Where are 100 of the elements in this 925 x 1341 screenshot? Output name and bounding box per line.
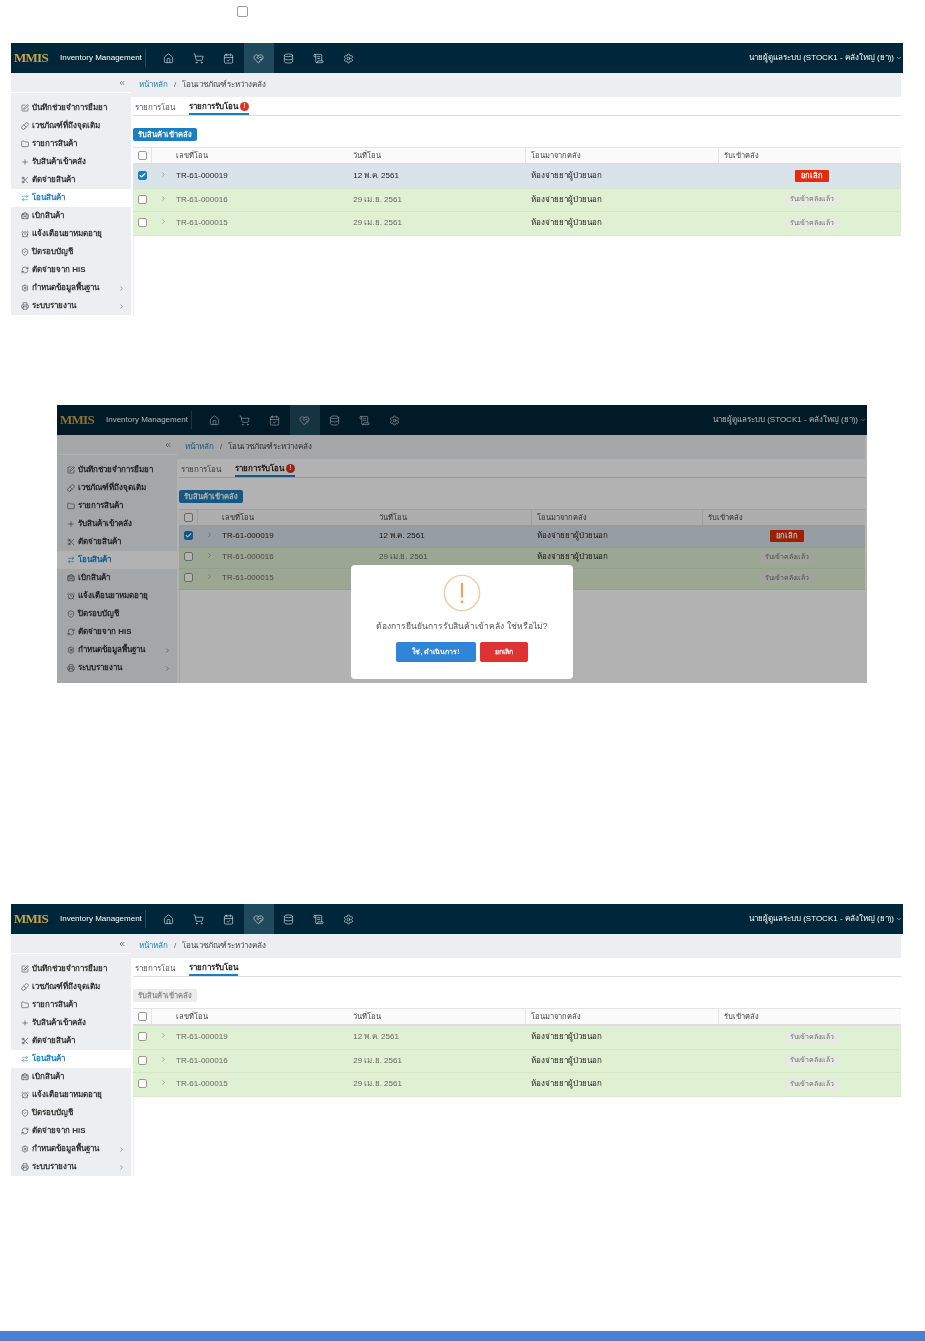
sidebar-item[interactable]: บันทึกช่วยจำการยืมยา bbox=[57, 461, 177, 479]
sidebar-item[interactable]: เวชภัณฑ์ที่ถึงจุดเติม bbox=[11, 978, 131, 996]
table-cell: 12 พ.ค. 2561 bbox=[353, 1032, 399, 1041]
database-icon bbox=[283, 52, 295, 64]
nav-tab[interactable] bbox=[243, 43, 274, 73]
sidebar-item[interactable]: กำหนดข้อมูลพื้นฐาน bbox=[57, 641, 177, 659]
sidebar-item[interactable]: รับสินค้าเข้าคลัง bbox=[11, 1014, 131, 1032]
sidebar-item[interactable]: บันทึกช่วยจำการยืมยา bbox=[11, 960, 131, 978]
tab[interactable]: รายการโอน bbox=[181, 462, 221, 477]
sidebar-item[interactable]: รายการสินค้า bbox=[57, 497, 177, 515]
settings-icon bbox=[343, 52, 355, 64]
sidebar-label: เบิกสินค้า bbox=[32, 1071, 64, 1083]
sidebar-item[interactable]: รายการสินค้า bbox=[11, 996, 131, 1014]
sidebar-item[interactable]: เบิกสินค้า bbox=[57, 569, 177, 587]
folder-icon bbox=[67, 502, 75, 510]
sidebar-item[interactable]: กำหนดข้อมูลพื้นฐาน bbox=[11, 1140, 131, 1158]
sidebar-item[interactable]: เบิกสินค้า bbox=[11, 1068, 131, 1086]
sidebar-item[interactable]: ปิดรอบบัญชี bbox=[11, 1104, 131, 1122]
expand-icon[interactable] bbox=[159, 1032, 167, 1039]
checkbox[interactable] bbox=[184, 531, 193, 540]
expand-icon[interactable] bbox=[159, 1079, 167, 1086]
user-menu[interactable]: นายผู้ดูแลระบบ (STOCK1 - คลังใหญ่ (ยา)) bbox=[748, 52, 902, 64]
sidebar-item[interactable]: ปิดรอบบัญชี bbox=[57, 605, 177, 623]
sidebar-item[interactable]: แจ้งเตือนยาหมดอายุ bbox=[11, 1086, 131, 1104]
checkbox[interactable] bbox=[137, 151, 147, 160]
expand-icon[interactable] bbox=[159, 194, 167, 202]
tab[interactable]: รายการรับโอน bbox=[189, 961, 238, 976]
expand-icon[interactable] bbox=[205, 573, 213, 580]
checkbox[interactable] bbox=[138, 1079, 147, 1088]
sidebar-item[interactable]: โอนสินค้า bbox=[11, 1050, 131, 1068]
sidebar-item[interactable]: ตัดจ่ายจาก HIS bbox=[57, 623, 177, 641]
sidebar-item[interactable]: บันทึกช่วยจำการยืมยา bbox=[11, 99, 131, 117]
sidebar-item[interactable]: ตัดจ่ายสินค้า bbox=[57, 533, 177, 551]
nav-tab[interactable] bbox=[243, 904, 274, 934]
sidebar-label: ปิดรอบบัญชี bbox=[32, 246, 73, 258]
sidebar-item[interactable]: ระบบรายงาน bbox=[11, 297, 131, 315]
pill-icon bbox=[67, 484, 75, 492]
breadcrumb-link[interactable]: หน้าหลัก bbox=[139, 79, 168, 91]
table-cell: 12 พ.ค. 2561 bbox=[353, 171, 399, 180]
checkbox[interactable] bbox=[237, 6, 248, 17]
sidebar-label: ระบบรายงาน bbox=[32, 1161, 76, 1173]
user-menu[interactable]: นายผู้ดูแลระบบ (STOCK1 - คลังใหญ่ (ยา)) bbox=[712, 414, 866, 426]
collapse-icon[interactable] bbox=[118, 939, 126, 948]
sidebar-item[interactable]: แจ้งเตือนยาหมดอายุ bbox=[57, 587, 177, 605]
expand-icon[interactable] bbox=[205, 552, 213, 559]
sidebar-item[interactable]: รายการสินค้า bbox=[11, 135, 131, 153]
checkbox[interactable] bbox=[138, 1032, 147, 1041]
checkbox[interactable] bbox=[138, 171, 147, 180]
pen-square-icon bbox=[21, 965, 29, 973]
checkbox[interactable] bbox=[183, 513, 193, 522]
collapse-icon[interactable] bbox=[118, 78, 126, 87]
sidebar-item[interactable]: เบิกสินค้า bbox=[11, 207, 131, 225]
table-cell: ห้องจ่ายยาผู้ป่วยนอก bbox=[530, 194, 602, 204]
pill-icon bbox=[21, 122, 29, 130]
scissors-icon bbox=[67, 538, 75, 546]
sidebar-label: บันทึกช่วยจำการยืมยา bbox=[32, 963, 107, 975]
breadcrumb-link[interactable]: หน้าหลัก bbox=[139, 940, 168, 952]
scroll-icon bbox=[313, 913, 325, 925]
expand-icon[interactable] bbox=[159, 218, 167, 225]
expand-icon[interactable] bbox=[205, 531, 213, 538]
checkbox[interactable] bbox=[137, 1012, 147, 1021]
checkbox[interactable] bbox=[138, 1055, 147, 1065]
sidebar-item[interactable]: เวชภัณฑ์ที่ถึงจุดเติม bbox=[57, 479, 177, 497]
breadcrumb-current: โอนเวชภัณฑ์ระหว่างคลัง bbox=[182, 79, 267, 91]
checkbox[interactable] bbox=[184, 552, 193, 561]
tab[interactable]: รายการโอน bbox=[135, 961, 175, 976]
table-cell: ห้องจ่ายยาผู้ป่วยนอก bbox=[530, 218, 602, 227]
sidebar-item[interactable]: ระบบรายงาน bbox=[57, 659, 177, 677]
expand-icon[interactable] bbox=[159, 171, 167, 178]
sidebar-label: ตัดจ่ายจาก HIS bbox=[32, 264, 86, 276]
sidebar-item[interactable]: ตัดจ่ายสินค้า bbox=[11, 171, 131, 189]
collapse-icon[interactable] bbox=[164, 440, 172, 449]
sidebar-item[interactable]: กำหนดข้อมูลพื้นฐาน bbox=[11, 279, 131, 297]
sidebar-item[interactable]: ตัดจ่ายสินค้า bbox=[11, 1032, 131, 1050]
sidebar-item[interactable]: ตัดจ่ายจาก HIS bbox=[11, 261, 131, 279]
expand-icon[interactable] bbox=[159, 1055, 167, 1063]
user-menu[interactable]: นายผู้ดูแลระบบ (STOCK1 - คลังใหญ่ (ยา)) bbox=[748, 913, 902, 925]
tab[interactable]: รายการโอน bbox=[135, 100, 175, 115]
table-cell: ห้องจ่ายยาผู้ป่วยนอก bbox=[536, 552, 608, 561]
sidebar-item[interactable]: รับสินค้าเข้าคลัง bbox=[57, 515, 177, 533]
table-cell: ห้องจ่ายยาผู้ป่วยนอก bbox=[530, 1079, 602, 1088]
sidebar-label: ปิดรอบบัญชี bbox=[78, 608, 119, 620]
sidebar-item[interactable]: เวชภัณฑ์ที่ถึงจุดเติม bbox=[11, 117, 131, 135]
sidebar-label: เบิกสินค้า bbox=[78, 572, 110, 584]
cart-icon bbox=[239, 414, 251, 426]
sidebar-item[interactable]: โอนสินค้า bbox=[11, 189, 131, 207]
sidebar-item[interactable]: ระบบรายงาน bbox=[11, 1158, 131, 1176]
nav-tab[interactable] bbox=[289, 405, 320, 435]
sidebar-item[interactable]: ปิดรอบบัญชี bbox=[11, 243, 131, 261]
sidebar-item[interactable]: แจ้งเตือนยาหมดอายุ bbox=[11, 225, 131, 243]
sidebar-label: บันทึกช่วยจำการยืมยา bbox=[78, 464, 153, 476]
sidebar-item[interactable]: โอนสินค้า bbox=[57, 551, 177, 569]
sidebar-label: กำหนดข้อมูลพื้นฐาน bbox=[32, 1143, 99, 1155]
sidebar-item[interactable]: รับสินค้าเข้าคลัง bbox=[11, 153, 131, 171]
breadcrumb-separator: / bbox=[220, 441, 223, 453]
sidebar-label: ตัดจ่ายสินค้า bbox=[32, 1035, 75, 1047]
checkbox[interactable] bbox=[138, 218, 147, 227]
checkbox[interactable] bbox=[184, 573, 193, 582]
sidebar-item[interactable]: ตัดจ่ายจาก HIS bbox=[11, 1122, 131, 1140]
checkbox[interactable] bbox=[138, 194, 147, 204]
